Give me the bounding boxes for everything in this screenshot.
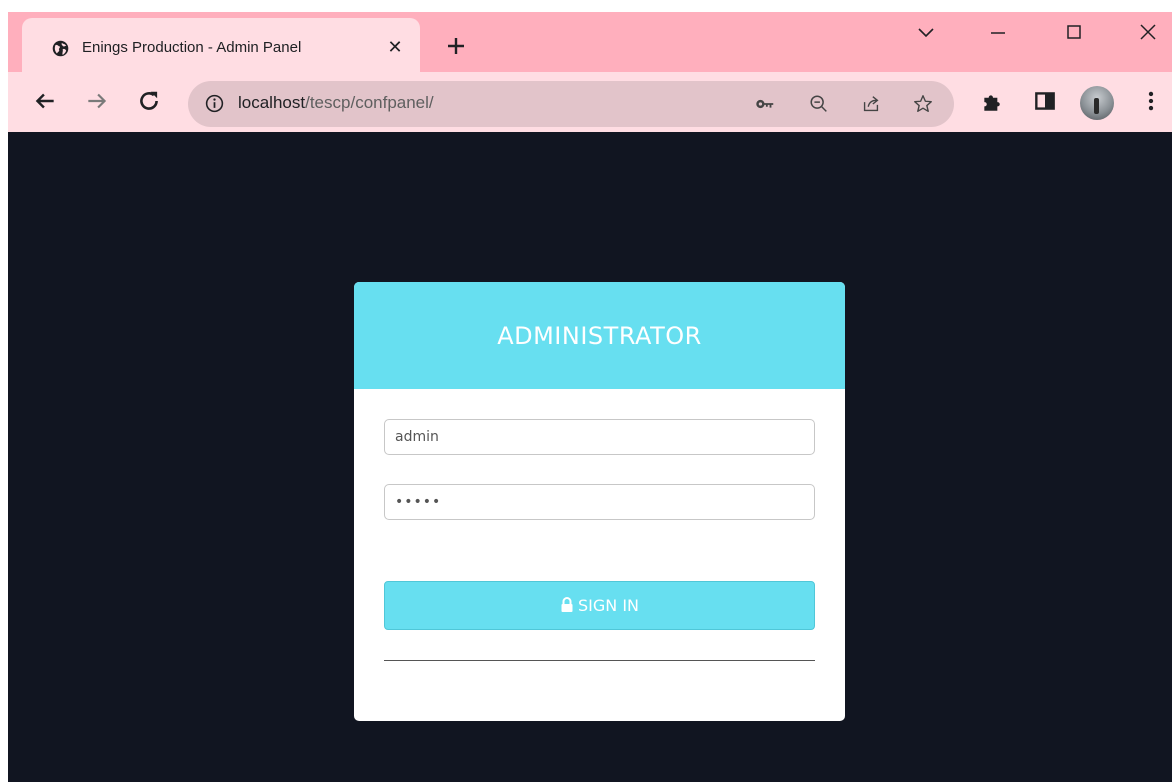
tab-title: Enings Production - Admin Panel	[82, 39, 302, 56]
tab-strip: Enings Production - Admin Panel ✕	[8, 12, 1172, 72]
close-window-icon[interactable]	[1136, 20, 1160, 44]
globe-icon	[52, 40, 69, 57]
address-bar[interactable]: localhost/tescp/confpanel/	[188, 81, 954, 127]
avatar[interactable]	[1080, 86, 1114, 120]
login-card: ADMINISTRATOR SIGN IN	[354, 282, 845, 721]
card-divider	[384, 660, 815, 661]
reload-icon[interactable]	[136, 88, 162, 114]
side-panel-icon[interactable]	[1032, 88, 1058, 114]
url-text[interactable]: localhost/tescp/confpanel/	[238, 93, 434, 113]
new-tab-plus-icon[interactable]	[444, 34, 468, 58]
zoom-out-icon[interactable]	[808, 93, 830, 115]
browser-tab[interactable]: Enings Production - Admin Panel ✕	[22, 18, 420, 72]
sign-in-label: SIGN IN	[577, 596, 639, 615]
url-path: /tescp/confpanel/	[305, 93, 434, 112]
tab-close-icon[interactable]: ✕	[384, 36, 406, 58]
maximize-icon[interactable]	[1062, 20, 1086, 44]
share-icon[interactable]	[860, 93, 882, 115]
username-field[interactable]	[384, 419, 815, 455]
browser-window: Enings Production - Admin Panel ✕ localh…	[8, 12, 1172, 782]
back-arrow-icon[interactable]	[32, 88, 58, 114]
sign-in-button[interactable]: SIGN IN	[384, 581, 815, 630]
forward-arrow-icon[interactable]	[84, 88, 110, 114]
password-field[interactable]	[384, 484, 815, 520]
menu-icon[interactable]	[1138, 88, 1164, 114]
url-host: localhost	[238, 93, 306, 112]
login-card-header: ADMINISTRATOR	[354, 282, 845, 389]
star-icon[interactable]	[912, 93, 934, 115]
extensions-icon[interactable]	[980, 88, 1006, 114]
login-heading: ADMINISTRATOR	[497, 321, 702, 350]
minimize-icon[interactable]	[986, 20, 1010, 44]
info-icon[interactable]	[204, 93, 225, 114]
browser-toolbar: localhost/tescp/confpanel/	[8, 72, 1172, 132]
lock-icon	[561, 597, 573, 612]
tab-search-icon[interactable]	[914, 20, 938, 44]
key-icon[interactable]	[754, 93, 776, 115]
